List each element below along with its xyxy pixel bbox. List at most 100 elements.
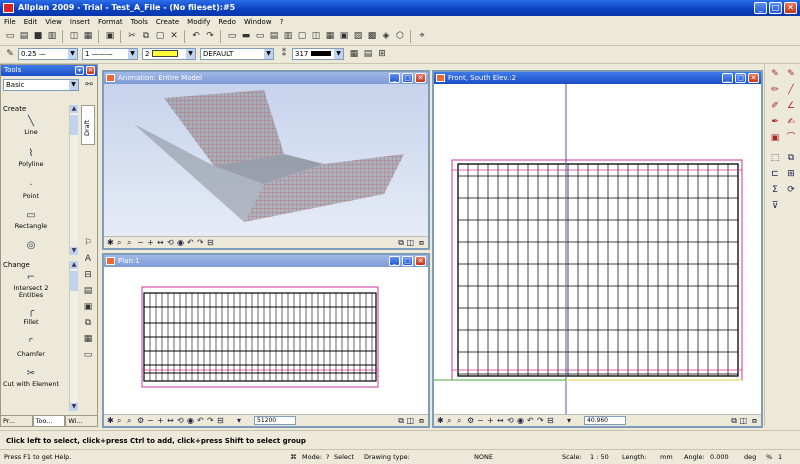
zoom-icon[interactable]: ⌕ [447,416,451,425]
attribute-icon[interactable]: ⊞ [376,48,388,60]
minimize-button[interactable]: _ [722,73,733,83]
capture-icon[interactable]: ⊟ [217,416,224,425]
window-cascade-icon[interactable]: ⧈ [419,238,424,247]
menu-redo[interactable]: Redo [218,18,236,26]
minimize-button[interactable]: _ [389,256,400,266]
copy-icon[interactable]: ⧉ [140,30,152,42]
modify-pen-icon[interactable]: ✒ [769,116,781,128]
next-view-icon[interactable]: ↷ [537,416,544,425]
layer-settings-icon[interactable]: ⁑ [278,48,290,60]
scroll-thumb[interactable] [70,115,78,135]
plan-canvas[interactable] [104,267,428,414]
pan-icon[interactable]: ↔ [167,416,174,425]
dimension-icon[interactable]: ⊟ [82,269,94,281]
brush-icon[interactable]: ✐ [769,100,781,112]
animation-viewport[interactable]: Animation: Entire Model _ □ ✕ ✱ ⌕ ⌕ − + … [102,70,430,250]
menu-view[interactable]: View [45,18,62,26]
hatch-icon[interactable]: ▤ [362,48,374,60]
3d-cube-icon[interactable]: ⬡ [394,30,406,42]
plan-scale-field[interactable]: 51200 [254,416,296,425]
model-icon[interactable]: ◈ [380,30,392,42]
scroll-down-icon[interactable]: ▼ [70,403,78,411]
close-button[interactable]: ✕ [415,73,426,83]
scroll-thumb[interactable] [70,271,78,291]
filter-icon[interactable]: ⊽ [769,200,781,212]
front-elevation-viewport[interactable]: Front, South Elev.:2 _ □ ✕ ✱ ⌕ ⌕ ⚙ − + ↔… [432,70,763,428]
scale-value[interactable]: 1 : 50 [590,450,609,464]
context-help-icon[interactable]: ⌖ [416,30,428,42]
arc-icon[interactable]: ⌒ [785,132,797,144]
angle-icon[interactable]: ∠ [785,100,797,112]
palette-close-icon[interactable]: ✕ [86,66,95,75]
window-3-icon[interactable]: ▦ [324,30,336,42]
angle-unit[interactable]: deg [744,450,756,464]
settings-icon[interactable]: ⚙ [137,416,144,425]
maximize-button[interactable]: □ [402,256,413,266]
app-icon[interactable] [3,3,14,13]
new-file-icon[interactable]: ▭ [4,30,16,42]
rotate-icon[interactable]: ⟳ [785,184,797,196]
minimize-button[interactable]: _ [389,73,400,83]
tool-polyline[interactable]: ⌇ Polyline [1,149,61,168]
print-icon[interactable]: ▥ [46,30,58,42]
draft-side-tab[interactable]: Draft [81,105,95,145]
change-scrollbar[interactable]: ▲ ▼ [69,261,78,411]
capture-icon[interactable]: ⊟ [207,238,214,247]
tool-fillet[interactable]: ╭ Fillet [1,307,61,326]
window-2-icon[interactable]: ◫ [310,30,322,42]
navigation-icon[interactable]: ✱ [107,238,114,247]
minimize-button[interactable]: _ [754,2,767,14]
window-arrange-icon[interactable]: ⧉ [398,416,404,425]
pen-thickness-select[interactable]: 0.25 — ▼ [18,48,78,60]
fill-icon[interactable]: ▦ [348,48,360,60]
layer-icon[interactable]: ▭ [226,30,238,42]
percent-value[interactable]: 1 [778,450,782,464]
tool-line[interactable]: ╲ Line [1,117,61,136]
zoom-out-icon[interactable]: − [137,238,144,247]
zoom-icon[interactable]: ⌕ [117,238,121,247]
module-select[interactable]: Basic ▼ [3,79,79,91]
eyedropper-icon[interactable]: ✎ [769,68,781,80]
menu-modify[interactable]: Modify [187,18,210,26]
redo-icon[interactable]: ↷ [204,30,216,42]
smart-symbol-icon[interactable]: ▣ [82,301,94,313]
delete-icon[interactable]: ✕ [168,30,180,42]
scroll-up-icon[interactable]: ▲ [70,261,78,269]
line-tool-icon[interactable]: ╱ [785,84,797,96]
navigation-icon[interactable]: ✱ [437,416,444,425]
maximize-button[interactable]: □ [769,2,782,14]
regen-icon[interactable]: ⟲ [177,416,184,425]
window-arrange-icon[interactable]: ⧉ [398,238,404,247]
window-cascade-icon[interactable]: ⧈ [419,416,424,425]
tool-point[interactable]: · Point [1,181,61,200]
tool-intersect[interactable]: ⌐ Intersect 2 Entities [1,273,61,299]
front-scale-field[interactable]: 40.960 [584,416,626,425]
pan-icon[interactable]: ↔ [497,416,504,425]
tool-cut-with-element[interactable]: ✂ Cut with Element [1,369,61,388]
fileset-icon[interactable]: ▣ [104,30,116,42]
view-icon[interactable]: ◉ [517,416,524,425]
maximize-button[interactable]: □ [402,73,413,83]
bracket-icon[interactable]: ⊏ [769,168,781,180]
scroll-down-icon[interactable]: ▼ [70,247,78,255]
menu-tools[interactable]: Tools [131,18,148,26]
render-icon[interactable]: ▨ [352,30,364,42]
view-icon[interactable]: ◉ [187,416,194,425]
color-select[interactable]: 2 ▼ [142,48,196,60]
label-icon[interactable]: ▭ [82,349,94,361]
tab-tools[interactable]: Too... [32,415,66,427]
drawing-type-value[interactable]: NONE [474,450,493,464]
copy-tool-icon[interactable]: ⧉ [785,152,797,164]
zoom-icon[interactable]: ⌕ [117,416,121,425]
regen-icon[interactable]: ⟲ [507,416,514,425]
next-view-icon[interactable]: ↷ [207,416,214,425]
zoom-window-icon[interactable]: ⌕ [457,416,461,425]
previous-view-icon[interactable]: ↶ [187,238,194,247]
menu-edit[interactable]: Edit [24,18,38,26]
menu-insert[interactable]: Insert [70,18,90,26]
open-file-icon[interactable]: ▤ [18,30,30,42]
window-tile-icon[interactable]: ◫ [406,238,414,247]
plan-viewport[interactable]: Plan:1 _ □ ✕ ✱ ⌕ ⌕ ⚙ − + ↔ ⟲ ◉ ↶ ↷ ⊟ ▾ 5… [102,253,430,428]
previous-view-icon[interactable]: ↶ [527,416,534,425]
animation-icon[interactable]: ▩ [366,30,378,42]
